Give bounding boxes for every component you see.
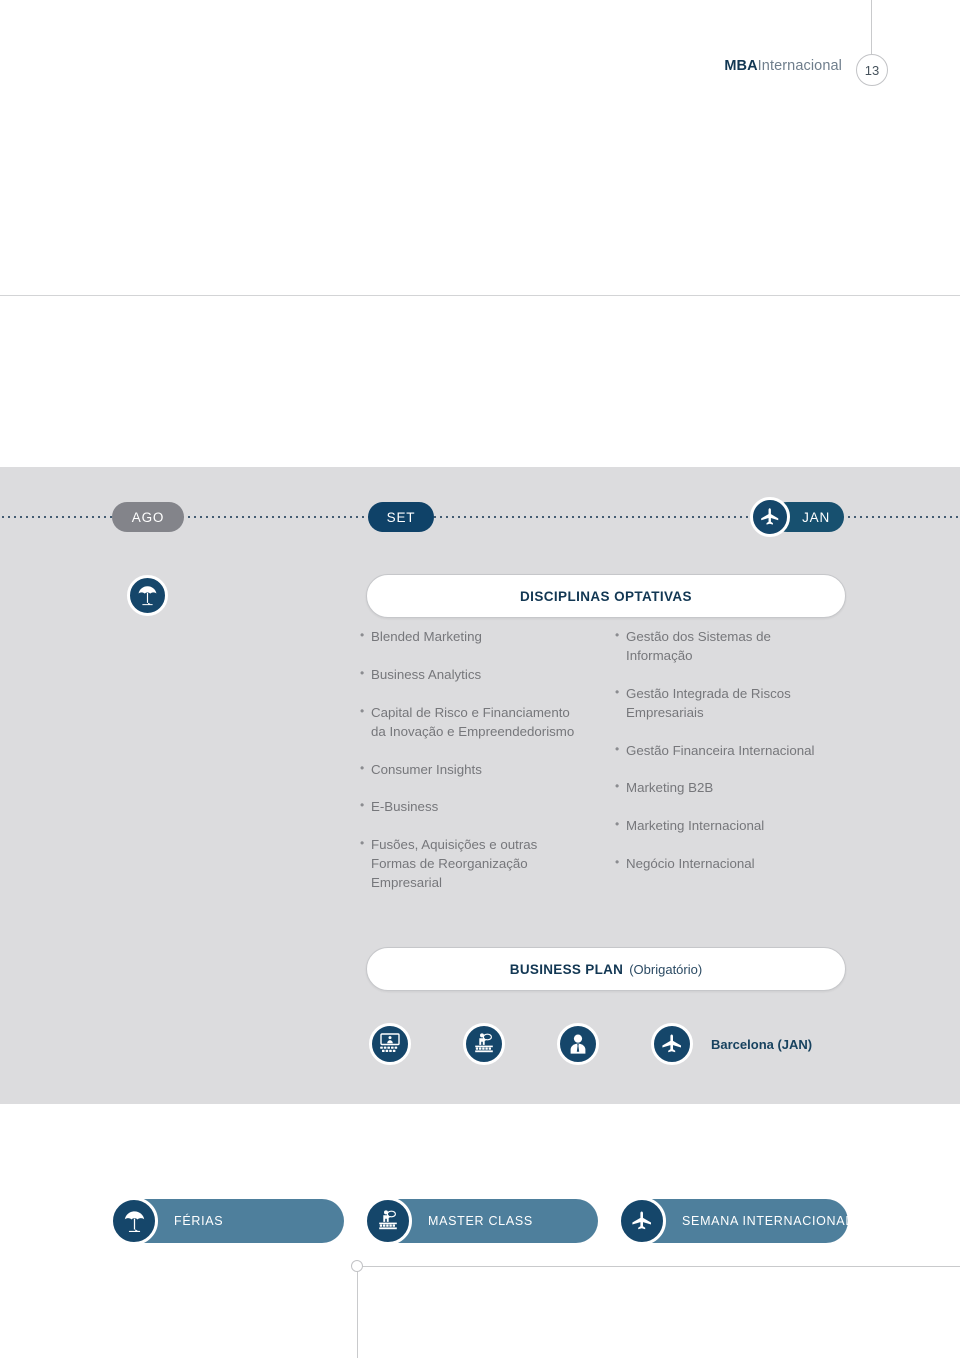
course-line: Gestão Financeira Internacional [626, 742, 815, 758]
destination-label: Barcelona (JAN) [711, 1037, 813, 1052]
list-item: Blended Marketing [360, 627, 610, 647]
timeline-month-jan-label: JAN [802, 509, 830, 525]
airplane-icon [618, 1197, 666, 1245]
course-line: Gestão dos Sistemas de [626, 629, 771, 644]
legend-label: MASTER CLASS [428, 1214, 533, 1228]
course-line: Negócio Internacional [626, 856, 755, 872]
umbrella-icon [110, 1197, 158, 1245]
document-page: MBAInternacional 13 AGO SET JAN DISCIPLI… [0, 0, 960, 1358]
tutor-person-icon [557, 1023, 599, 1065]
legend-item-semana-internacional[interactable]: SEMANA INTERNACIONAL [618, 1197, 852, 1245]
legend-item-ferias[interactable]: FÉRIAS [110, 1197, 344, 1245]
timeline-month-set[interactable]: SET [368, 502, 434, 532]
course-line: Empresariais [626, 704, 704, 720]
footer-vertical-line [357, 1266, 358, 1358]
list-item: Negócio Internacional [615, 854, 865, 874]
course-line: Business Analytics [371, 666, 482, 682]
course-line: Fusões, Aquisições e outras [371, 837, 538, 853]
business-plan-box: BUSINESS PLAN (Obrigatório) [366, 947, 846, 991]
legend-item-master-class[interactable]: MASTER CLASS [364, 1197, 598, 1245]
course-list-right: Gestão dos Sistemas de Informação Gestão… [615, 627, 865, 893]
course-line: Blended Marketing [371, 629, 482, 644]
timeline-month-ago-label: AGO [131, 509, 165, 525]
header-divider [0, 295, 960, 296]
course-line: Informação [626, 647, 693, 663]
course-line: E-Business [371, 799, 439, 815]
timeline-month-ago[interactable]: AGO [112, 502, 184, 532]
brand-strong-text: MBA [724, 58, 758, 74]
airplane-icon [750, 497, 790, 537]
disciplinas-optativas-box: DISCIPLINAS OPTATIVAS [366, 574, 846, 618]
disciplinas-optativas-title: DISCIPLINAS OPTATIVAS [520, 588, 692, 604]
page-number-badge: 13 [856, 54, 888, 86]
footer-horizontal-line [357, 1266, 960, 1267]
list-item: Gestão dos Sistemas de Informação [615, 627, 865, 666]
master-class-icon [463, 1023, 505, 1065]
timeline-month-set-label: SET [386, 509, 416, 525]
master-class-icon [364, 1197, 412, 1245]
list-item: Business Analytics [360, 665, 610, 685]
business-plan-qualifier: (Obrigatório) [629, 961, 703, 977]
list-item: Capital de Risco e Financiamento da Inov… [360, 703, 610, 742]
list-item: Gestão Financeira Internacional [615, 741, 865, 761]
business-plan-title: BUSINESS PLAN [509, 961, 624, 977]
list-item: E-Business [360, 797, 610, 817]
list-item: Consumer Insights [360, 760, 610, 780]
list-item: Marketing B2B [615, 778, 865, 798]
course-line: Capital de Risco e Financiamento [371, 704, 570, 720]
course-line: Marketing B2B [626, 780, 714, 796]
course-line: Formas de Reorganização [371, 856, 528, 872]
footer-node-circle [351, 1260, 363, 1272]
list-item: Marketing Internacional [615, 816, 865, 836]
list-item: Gestão Integrada de Riscos Empresariais [615, 684, 865, 723]
umbrella-icon [127, 575, 168, 616]
legend-label: SEMANA INTERNACIONAL [682, 1214, 853, 1228]
header-tick-line [871, 0, 872, 54]
airplane-icon [651, 1023, 693, 1065]
course-line: Marketing Internacional [626, 818, 765, 834]
course-line: Consumer Insights [371, 761, 482, 777]
brand-light-text: Internacional [757, 58, 842, 74]
course-line: da Inovação e Empreendedorismo [371, 723, 575, 739]
legend-label: FÉRIAS [174, 1214, 224, 1228]
brand-title: MBAInternacional [724, 58, 842, 74]
course-line: Gestão Integrada de Riscos [626, 685, 791, 701]
classroom-presentation-icon [369, 1023, 411, 1065]
list-item: Fusões, Aquisições e outras Formas de Re… [360, 835, 610, 893]
course-line: Empresarial [371, 875, 442, 890]
course-list-left: Blended Marketing Business Analytics Cap… [360, 627, 610, 912]
